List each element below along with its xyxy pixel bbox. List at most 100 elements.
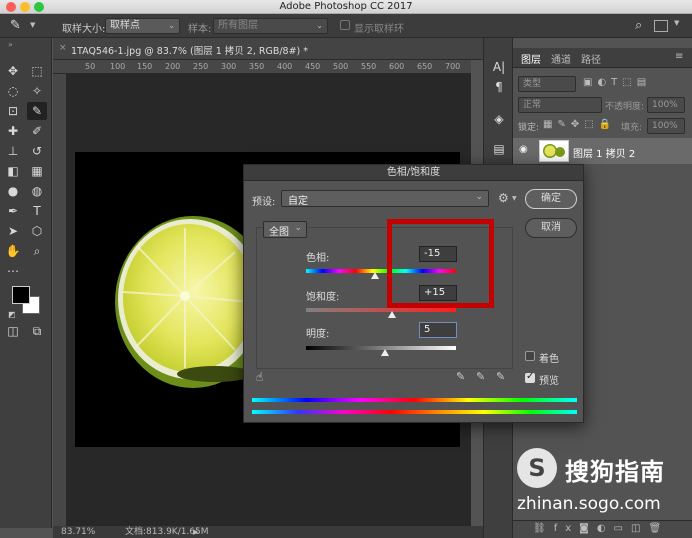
colorize-label: 着色: [539, 354, 559, 365]
blend-mode-select[interactable]: 正常: [518, 97, 602, 113]
pen-tool-icon[interactable]: ✒: [3, 202, 23, 220]
targeted-adjustment-hand-icon[interactable]: ☝: [256, 370, 263, 384]
eyedropper-icon[interactable]: ✎: [456, 370, 465, 383]
filter-icons[interactable]: ▣◐T⬚▤: [583, 77, 651, 88]
sample-size-select[interactable]: 取样点 ⌄: [105, 18, 180, 34]
move-tool-icon[interactable]: ✥: [3, 62, 23, 80]
ruler-tick: 500: [333, 62, 349, 71]
dialog-title: 色相/饱和度: [244, 165, 583, 181]
quick-mask-icon[interactable]: ◫: [3, 322, 23, 340]
panel-menu-icon[interactable]: ≡: [675, 51, 683, 62]
eraser-tool-icon[interactable]: ◧: [3, 162, 23, 180]
show-ring-checkbox[interactable]: [340, 20, 350, 30]
document-tab[interactable]: × 1TAQ546-1.jpg @ 83.7% (图层 1 拷贝 2, RGB/…: [53, 38, 483, 60]
window-title: Adobe Photoshop CC 2017: [279, 1, 413, 12]
kind-filter-select[interactable]: 类型: [518, 76, 576, 92]
foreground-color-swatch[interactable]: [12, 286, 30, 304]
gear-icon[interactable]: ⚙: [498, 191, 509, 205]
default-colors-icon[interactable]: ◩: [8, 310, 16, 319]
colorize-checkbox[interactable]: [525, 351, 535, 361]
properties-panel-icon[interactable]: ▤: [490, 140, 508, 158]
blend-mode-value: 正常: [523, 100, 542, 110]
zoom-level[interactable]: 83.71%: [61, 526, 95, 538]
eyedropper-tool-icon[interactable]: ✎: [27, 102, 47, 120]
lock-label: 锁定:: [518, 123, 540, 133]
search-icon[interactable]: ⌕: [635, 18, 642, 33]
eyedropper-preset-icon[interactable]: ✎: [10, 18, 21, 33]
tab-paths[interactable]: 路径: [581, 51, 601, 66]
gradient-tool-icon[interactable]: ▦: [27, 162, 47, 180]
cancel-button[interactable]: 取消: [525, 218, 577, 238]
clone-stamp-tool-icon[interactable]: ⊥: [3, 142, 23, 160]
lightness-input[interactable]: 5: [419, 322, 457, 338]
lock-row: 锁定: ▦✎✥⬚🔒 填充: 100%: [513, 116, 692, 138]
ruler-tick: 700: [445, 62, 461, 71]
ruler-tick: 450: [305, 62, 321, 71]
chevron-right-icon[interactable]: ▶: [193, 526, 198, 538]
layer-comps-icon[interactable]: ◈: [490, 110, 508, 128]
vertical-ruler[interactable]: [53, 74, 67, 526]
layer-name[interactable]: 图层 1 拷贝 2: [573, 145, 635, 160]
close-tab-icon[interactable]: ×: [59, 43, 67, 53]
minimize-window-button[interactable]: [20, 2, 30, 12]
sogou-logo-icon: S: [517, 448, 557, 488]
chevron-down-icon[interactable]: ▼: [30, 21, 35, 29]
options-bar: ✎ ▼ 取样大小: 取样点 ⌄ 样本: 所有图层 ⌄ 显示取样环 ⌕ ▼: [0, 14, 692, 38]
tab-layers[interactable]: 图层: [521, 51, 541, 66]
sample-select[interactable]: 所有图层 ⌄: [213, 18, 328, 34]
fill-field[interactable]: 100%: [647, 118, 685, 134]
history-brush-tool-icon[interactable]: ↺: [27, 142, 47, 160]
ok-button[interactable]: 确定: [525, 189, 577, 209]
lasso-tool-icon[interactable]: ◌: [3, 82, 23, 100]
brush-tool-icon[interactable]: ✐: [27, 122, 47, 140]
opacity-field[interactable]: 100%: [647, 97, 685, 113]
hand-tool-icon[interactable]: ✋: [3, 242, 23, 260]
chevron-down-icon[interactable]: ▼: [512, 195, 517, 202]
blur-tool-icon[interactable]: ●: [3, 182, 23, 200]
zoom-window-button[interactable]: [34, 2, 44, 12]
opacity-label: 不透明度:: [605, 102, 645, 112]
ruler-tick: 400: [277, 62, 293, 71]
shape-tool-icon[interactable]: ⬡: [27, 222, 47, 240]
eyedropper-subtract-icon[interactable]: ✎: [496, 370, 505, 383]
paragraph-panel-icon[interactable]: ¶: [490, 78, 508, 96]
saturation-slider-track[interactable]: [306, 308, 456, 312]
ruler-tick: 550: [361, 62, 377, 71]
sample-size-value: 取样点: [110, 20, 140, 31]
layers-panel-tabs: 图层 通道 路径 ≡: [513, 48, 692, 68]
layer-row-selected[interactable]: ◉ 图层 1 拷贝 2: [513, 138, 692, 164]
collapse-icon[interactable]: »: [8, 40, 13, 49]
ruler-tick: 250: [193, 62, 209, 71]
crop-tool-icon[interactable]: ⊡: [3, 102, 23, 120]
zoom-tool-icon[interactable]: ⌕: [27, 242, 47, 260]
lock-icons[interactable]: ▦✎✥⬚🔒: [543, 119, 616, 130]
lightness-slider-thumb[interactable]: [380, 349, 389, 356]
chevron-down-icon: ⌄: [475, 192, 483, 202]
type-tool-icon[interactable]: T: [27, 202, 47, 220]
chevron-down-icon[interactable]: ▼: [674, 19, 679, 27]
close-window-button[interactable]: [6, 2, 16, 12]
layer-action-icons[interactable]: ⛓fx◙◐▭◫🗑: [533, 523, 669, 534]
preview-checkbox[interactable]: [525, 371, 535, 383]
magic-wand-tool-icon[interactable]: ✧: [27, 82, 47, 100]
path-selection-tool-icon[interactable]: ➤: [3, 222, 23, 240]
character-panel-icon[interactable]: A|: [490, 58, 508, 76]
screen-mode-icon[interactable]: ⧉: [27, 322, 47, 340]
workspace-icon[interactable]: [654, 20, 668, 32]
hue-slider-thumb[interactable]: [370, 272, 379, 279]
horizontal-ruler[interactable]: 50 100 150 200 250 300 350 400 450 500 5…: [53, 60, 471, 74]
more-tools-icon[interactable]: ⋯: [3, 262, 23, 280]
watermark-url: zhinan.sogo.com: [517, 494, 661, 514]
channel-select[interactable]: 全图 ⌄: [263, 221, 307, 238]
sample-value: 所有图层: [218, 20, 258, 31]
eyedropper-add-icon[interactable]: ✎: [476, 370, 485, 383]
preset-select[interactable]: 自定 ⌄: [281, 190, 489, 207]
ruler-tick: 200: [165, 62, 181, 71]
saturation-slider-thumb[interactable]: [388, 311, 397, 318]
marquee-tool-icon[interactable]: ⬚: [27, 62, 47, 80]
visibility-eye-icon[interactable]: ◉: [519, 144, 528, 155]
ruler-tick: 350: [249, 62, 265, 71]
dodge-tool-icon[interactable]: ◍: [27, 182, 47, 200]
healing-brush-tool-icon[interactable]: ✚: [3, 122, 23, 140]
tab-channels[interactable]: 通道: [551, 51, 571, 66]
